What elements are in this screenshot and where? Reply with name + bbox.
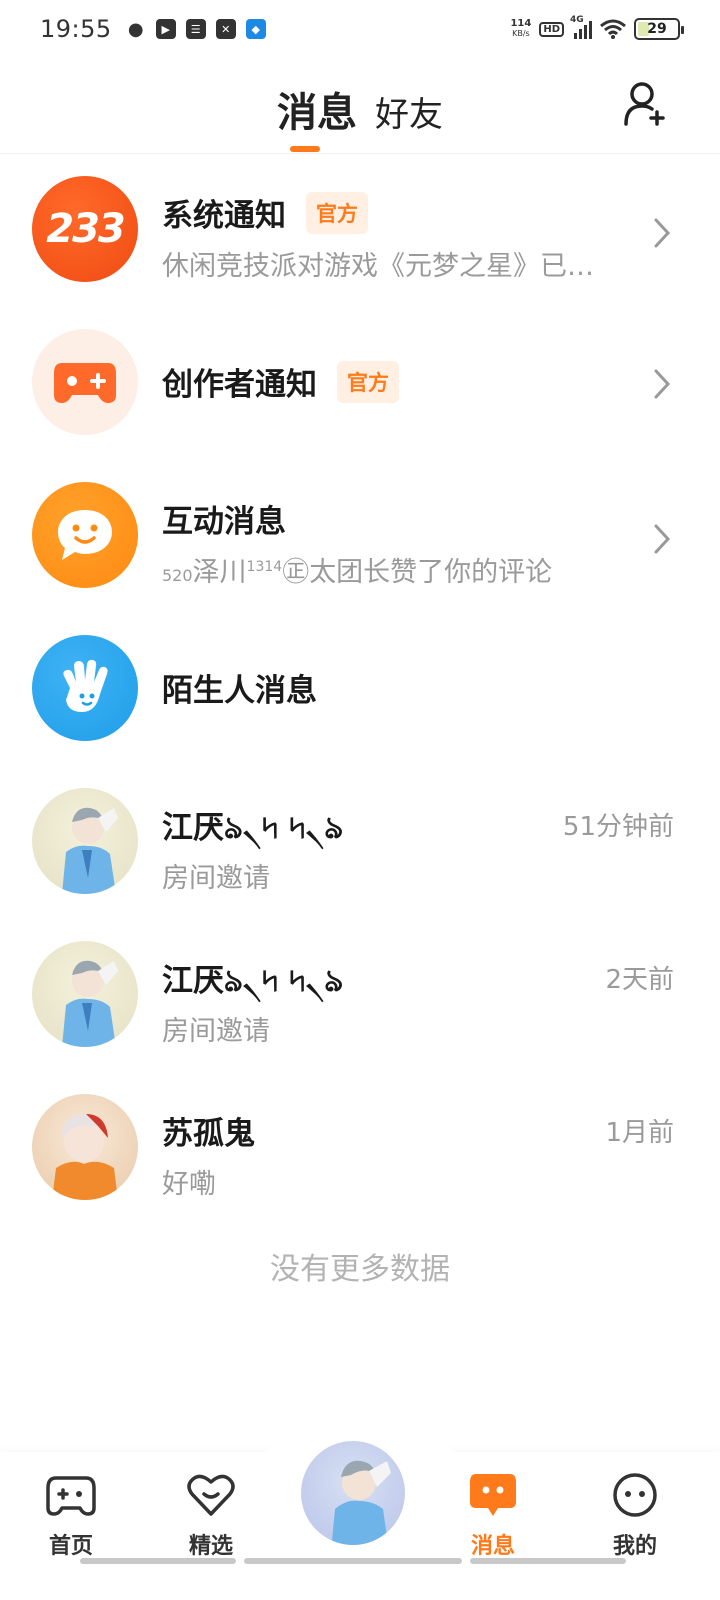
chevron-right-icon (654, 524, 671, 554)
nav-profile[interactable]: 我的 (590, 1472, 680, 1560)
tab-bar: 消息 好友 (0, 80, 720, 138)
message-preview: 520泽川1314㊣太团长赞了你的评论 (162, 557, 553, 588)
message-preview: 休闲竞技派对游戏《元梦之星》已… (162, 251, 594, 282)
list-app-icon: ☰ (185, 19, 206, 39)
conversation-name: 互动消息 (162, 504, 286, 540)
list-item-stranger-messages[interactable]: 陌生人消息 (0, 613, 720, 766)
list-item-interactions[interactable]: 互动消息 520泽川1314㊣太团长赞了你的评论 (0, 460, 720, 613)
chat-bubble-icon (32, 482, 138, 588)
message-preview: 房间邀请 (162, 1016, 270, 1047)
battery-icon: 29 (634, 18, 684, 40)
chevron-right-icon (654, 218, 671, 248)
conversation-name: 系统通知 (162, 198, 286, 234)
gesture-bar (470, 1558, 626, 1564)
network-speed: 114 KB/s (510, 18, 532, 39)
bookmark-app-icon: ◆ (245, 19, 266, 39)
add-friend-icon[interactable] (624, 80, 668, 128)
list-item-chat[interactable]: 江厌ঌ৲৸ ৸৲ঌ 房间邀请 2天前 (0, 919, 720, 1072)
gamepad-icon (46, 1476, 96, 1516)
list-item-chat[interactable]: 江厌ঌ৲৸ ৸৲ঌ 房间邀请 51分钟前 (0, 766, 720, 919)
chevron-right-icon (654, 369, 671, 399)
message-preview: 房间邀请 (162, 863, 270, 894)
hd-icon: HD (539, 21, 564, 37)
message-preview: 好嘞 (162, 1169, 216, 1200)
no-more-data-text: 没有更多数据 (270, 1252, 450, 1287)
tab-friends[interactable]: 好友 (375, 87, 443, 136)
user-avatar (32, 788, 138, 894)
status-bar: 19:55 ● ▶ ☰ ✕ ◆ 114 KB/s HD 4G 29 (0, 0, 720, 58)
user-avatar (32, 1094, 138, 1200)
gesture-bar (80, 1558, 236, 1564)
message-time: 51分钟前 (562, 812, 674, 842)
bottom-nav: 首页 精选 消息 我的 (0, 1418, 720, 1600)
gamepad-icon (32, 329, 138, 435)
list-item-creator-notice[interactable]: 创作者通知 官方 (0, 307, 720, 460)
official-badge: 官方 (337, 360, 399, 403)
message-time: 1月前 (605, 1118, 674, 1148)
cellular-signal-icon: 4G (570, 15, 592, 39)
nav-featured[interactable]: 精选 (166, 1472, 256, 1560)
list-item-chat[interactable]: 苏孤鬼 好嘞 1月前 (0, 1072, 720, 1225)
conversation-name: 创作者通知 (162, 367, 317, 403)
active-tab-indicator (290, 146, 320, 152)
hand-wave-icon (32, 635, 138, 741)
message-list: 233 系统通知 官方 休闲竞技派对游戏《元梦之星》已… 创作者通知 官方 互动… (0, 154, 720, 1225)
tab-messages[interactable]: 消息 (277, 80, 357, 138)
gesture-bar (244, 1558, 462, 1564)
capcut-icon: ✕ (215, 19, 236, 39)
message-icon (470, 1474, 516, 1516)
conversation-name: 苏孤鬼 (162, 1116, 255, 1152)
list-item-system-notice[interactable]: 233 系统通知 官方 休闲竞技派对游戏《元梦之星》已… (0, 154, 720, 307)
center-profile-avatar[interactable] (298, 1438, 408, 1548)
conversation-name: 江厌ঌ৲৸ ৸৲ঌ (162, 963, 344, 999)
message-time: 2天前 (605, 965, 674, 995)
nav-messages[interactable]: 消息 (448, 1472, 538, 1560)
conversation-name: 陌生人消息 (162, 673, 317, 709)
user-avatar (32, 941, 138, 1047)
header: 消息 好友 (0, 58, 720, 154)
smiley-icon (613, 1473, 657, 1517)
notification-icons: ● ▶ ☰ ✕ ◆ (126, 18, 266, 40)
heart-icon (187, 1474, 235, 1516)
nav-home[interactable]: 首页 (26, 1472, 116, 1560)
wifi-icon (600, 19, 626, 39)
video-play-icon: ▶ (155, 19, 176, 39)
logo-233-icon: 233 (32, 176, 138, 282)
conversation-name: 江厌ঌ৲৸ ৸৲ঌ (162, 810, 344, 846)
status-time: 19:55 (40, 15, 112, 43)
official-badge: 官方 (306, 191, 368, 234)
wechat-icon: ● (127, 18, 144, 40)
